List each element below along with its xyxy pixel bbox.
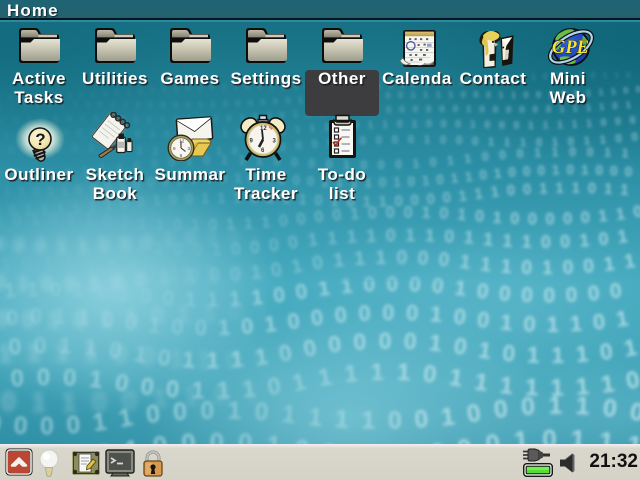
svg-text:12: 12 [179, 139, 185, 144]
svg-text:12: 12 [260, 126, 267, 132]
svg-text:?: ? [35, 130, 45, 149]
svg-text:GPE: GPE [552, 38, 589, 58]
